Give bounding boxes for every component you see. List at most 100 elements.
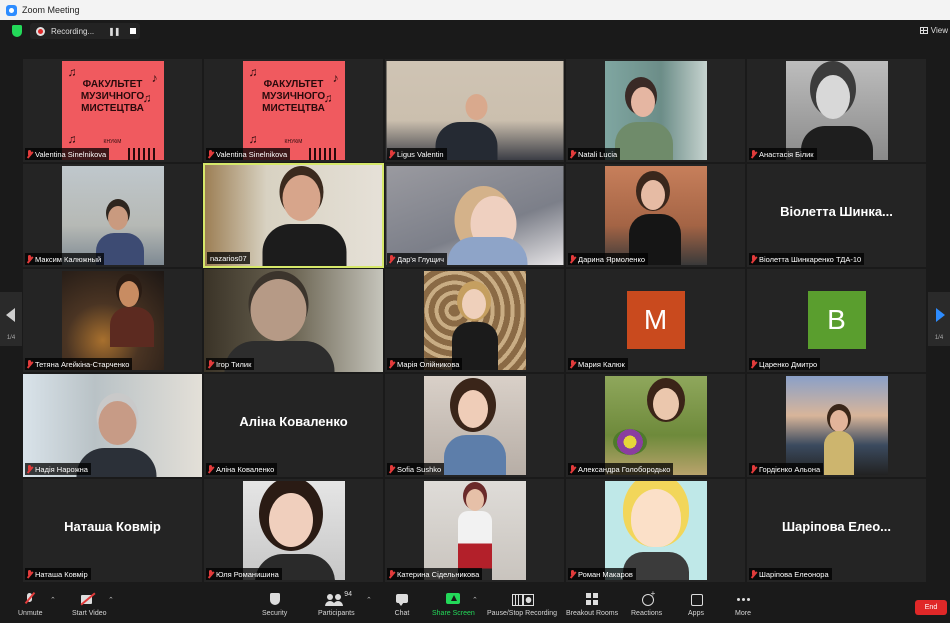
muted-mic-icon (27, 150, 33, 158)
participant-name: Ligus Valentin (387, 148, 447, 160)
view-button[interactable]: View (919, 26, 948, 35)
window-title: Zoom Meeting (22, 5, 80, 15)
muted-mic-icon (389, 570, 395, 578)
faculty-poster: ♫ ♪ ♫ ФАКУЛЬТЕТ МУЗИЧНОГО МИСТЕЦТВА КНУК… (242, 61, 345, 160)
participant-name: Гордієнко Альона (749, 463, 824, 475)
pause-recording-icon[interactable]: ❚❚ (108, 27, 120, 36)
participant-video (604, 61, 707, 160)
muted-mic-icon (208, 360, 214, 368)
participant-name: Віолетта Шинкаренко ТДА-10 (749, 253, 865, 265)
share-screen-button[interactable]: Share Screen (432, 591, 475, 621)
participant-tile[interactable]: M Мария Калюк (565, 268, 746, 373)
participant-tile[interactable]: Максим Калюжный (22, 163, 203, 268)
previous-page-button[interactable]: 1/4 (0, 292, 22, 346)
muted-mic-icon (570, 255, 576, 263)
muted-mic-icon (751, 255, 757, 263)
music-note-icon: ♫ (248, 65, 258, 79)
participant-name: Дарина Ярмоленко (568, 253, 648, 265)
more-button[interactable]: More (731, 591, 755, 621)
participants-button[interactable]: 94 Participants (318, 591, 355, 621)
window-titlebar: Zoom Meeting (0, 0, 950, 20)
participant-tile[interactable]: ♫ ♪ ♫ ФАКУЛЬТЕТ МУЗИЧНОГО МИСТЕЦТВА КНУК… (22, 58, 203, 163)
participant-tile[interactable]: Роман Макаров (565, 478, 746, 583)
poster-text: ФАКУЛЬТЕТ МУЗИЧНОГО МИСТЕЦТВА (261, 79, 326, 114)
audio-options-chevron-icon[interactable]: ⌃ (50, 596, 56, 604)
chevron-right-icon (936, 308, 945, 322)
muted-mic-icon (208, 570, 214, 578)
encryption-shield-icon[interactable] (12, 25, 22, 37)
zoom-logo-icon (6, 4, 17, 16)
piano-keys-icon (127, 148, 156, 160)
participant-tile[interactable]: Дарина Ярмоленко (565, 163, 746, 268)
participant-video (242, 481, 345, 580)
participants-options-chevron-icon[interactable]: ⌃ (366, 596, 372, 604)
participant-name: Аліна Коваленко (206, 463, 278, 475)
participant-tile[interactable]: Гордієнко Альона (746, 373, 927, 478)
participant-video (386, 166, 563, 265)
participant-video (785, 376, 888, 475)
participant-name: Александра Голобородько (568, 463, 674, 475)
participant-display-name: Шаріпова Елео... (781, 519, 892, 534)
participant-tile[interactable]: Дар'я Глущич (384, 163, 565, 268)
participant-video (423, 271, 526, 370)
stop-recording-icon[interactable] (129, 28, 136, 34)
participant-tile[interactable]: Ігор Тилик (203, 268, 384, 373)
participant-tile[interactable]: Катерина Сідельникова (384, 478, 565, 583)
muted-mic-icon (389, 360, 395, 368)
pause-stop-recording-button[interactable]: Pause/Stop Recording (487, 591, 557, 621)
participant-tile[interactable]: Марія Олійникова (384, 268, 565, 373)
participant-tile[interactable]: Тетяна Агейкіна-Старченко (22, 268, 203, 373)
participant-tile-active-speaker[interactable]: nazarios07 (203, 163, 384, 268)
chat-button[interactable]: Chat (390, 591, 414, 621)
poster-knu: КНУКіМ (284, 139, 303, 145)
share-options-chevron-icon[interactable]: ⌃ (472, 596, 478, 604)
participant-tile[interactable]: B Царенко Дмитро (746, 268, 927, 373)
video-options-chevron-icon[interactable]: ⌃ (108, 596, 114, 604)
unmute-button[interactable]: Unmute (18, 591, 43, 621)
participant-name: Тетяна Агейкіна-Старченко (25, 358, 133, 370)
participant-tile[interactable]: ♫ ♪ ♫ ФАКУЛЬТЕТ МУЗИЧНОГО МИСТЕЦТВА КНУК… (203, 58, 384, 163)
muted-mic-icon (570, 360, 576, 368)
muted-mic-icon (751, 465, 757, 473)
participant-video: ♫ ♪ ♫ ФАКУЛЬТЕТ МУЗИЧНОГО МИСТЕЦТВА КНУК… (242, 61, 345, 160)
participant-name: Анастасія Білик (749, 148, 817, 160)
participant-tile[interactable]: Юля Романишина (203, 478, 384, 583)
participant-name: Дар'я Глущич (387, 253, 448, 265)
participant-video: ♫ ♪ ♫ ФАКУЛЬТЕТ МУЗИЧНОГО МИСТЕЦТВА КНУК… (61, 61, 164, 160)
chevron-left-icon (6, 308, 15, 322)
participant-avatar: M (626, 291, 685, 349)
start-video-button[interactable]: Start Video (72, 591, 107, 621)
participant-tile[interactable]: Ligus Valentin (384, 58, 565, 163)
participant-tile[interactable]: Надія Нарожна (22, 373, 203, 478)
gallery-view: ♫ ♪ ♫ ФАКУЛЬТЕТ МУЗИЧНОГО МИСТЕЦТВА КНУК… (22, 58, 927, 583)
participant-avatar: B (807, 291, 866, 349)
muted-mic-icon (208, 150, 214, 158)
participant-video (604, 166, 707, 265)
meeting-topbar: Recording... ❚❚ View (0, 20, 950, 42)
participant-video (785, 61, 888, 160)
reactions-button[interactable]: Reactions (631, 589, 662, 621)
participant-tile[interactable]: Анастасія Білик (746, 58, 927, 163)
participant-tile[interactable]: Наташа Ковмір Наташа Ковмір (22, 478, 203, 583)
participant-tile[interactable]: Віолетта Шинка... Віолетта Шинкаренко ТД… (746, 163, 927, 268)
participant-video (204, 269, 383, 372)
apps-button[interactable]: Apps (684, 591, 708, 621)
end-meeting-button[interactable]: End (915, 600, 947, 615)
participant-tile[interactable]: Александра Голобородько (565, 373, 746, 478)
participant-name: Natali Lucia (568, 148, 621, 160)
breakout-rooms-button[interactable]: Breakout Rooms (566, 591, 618, 621)
participant-name: Valentina Sinelnikova (25, 148, 110, 160)
participant-tile[interactable]: Natali Lucia (565, 58, 746, 163)
participant-video (23, 374, 202, 477)
share-screen-icon (441, 591, 465, 608)
participant-display-name: Віолетта Шинка... (780, 204, 893, 219)
security-button[interactable]: Security (262, 591, 287, 621)
participant-tile[interactable]: Шаріпова Елео... Шаріпова Елеонора (746, 478, 927, 583)
music-note-icon: ♫ (67, 132, 77, 146)
gallery-grid-icon (919, 27, 928, 34)
chat-bubble-icon (390, 591, 414, 608)
poster-text: ФАКУЛЬТЕТ МУЗИЧНОГО МИСТЕЦТВА (80, 79, 145, 114)
participant-tile[interactable]: Аліна Коваленко Аліна Коваленко (203, 373, 384, 478)
participant-tile[interactable]: Sofia Sushko (384, 373, 565, 478)
next-page-button[interactable]: 1/4 (928, 292, 950, 346)
